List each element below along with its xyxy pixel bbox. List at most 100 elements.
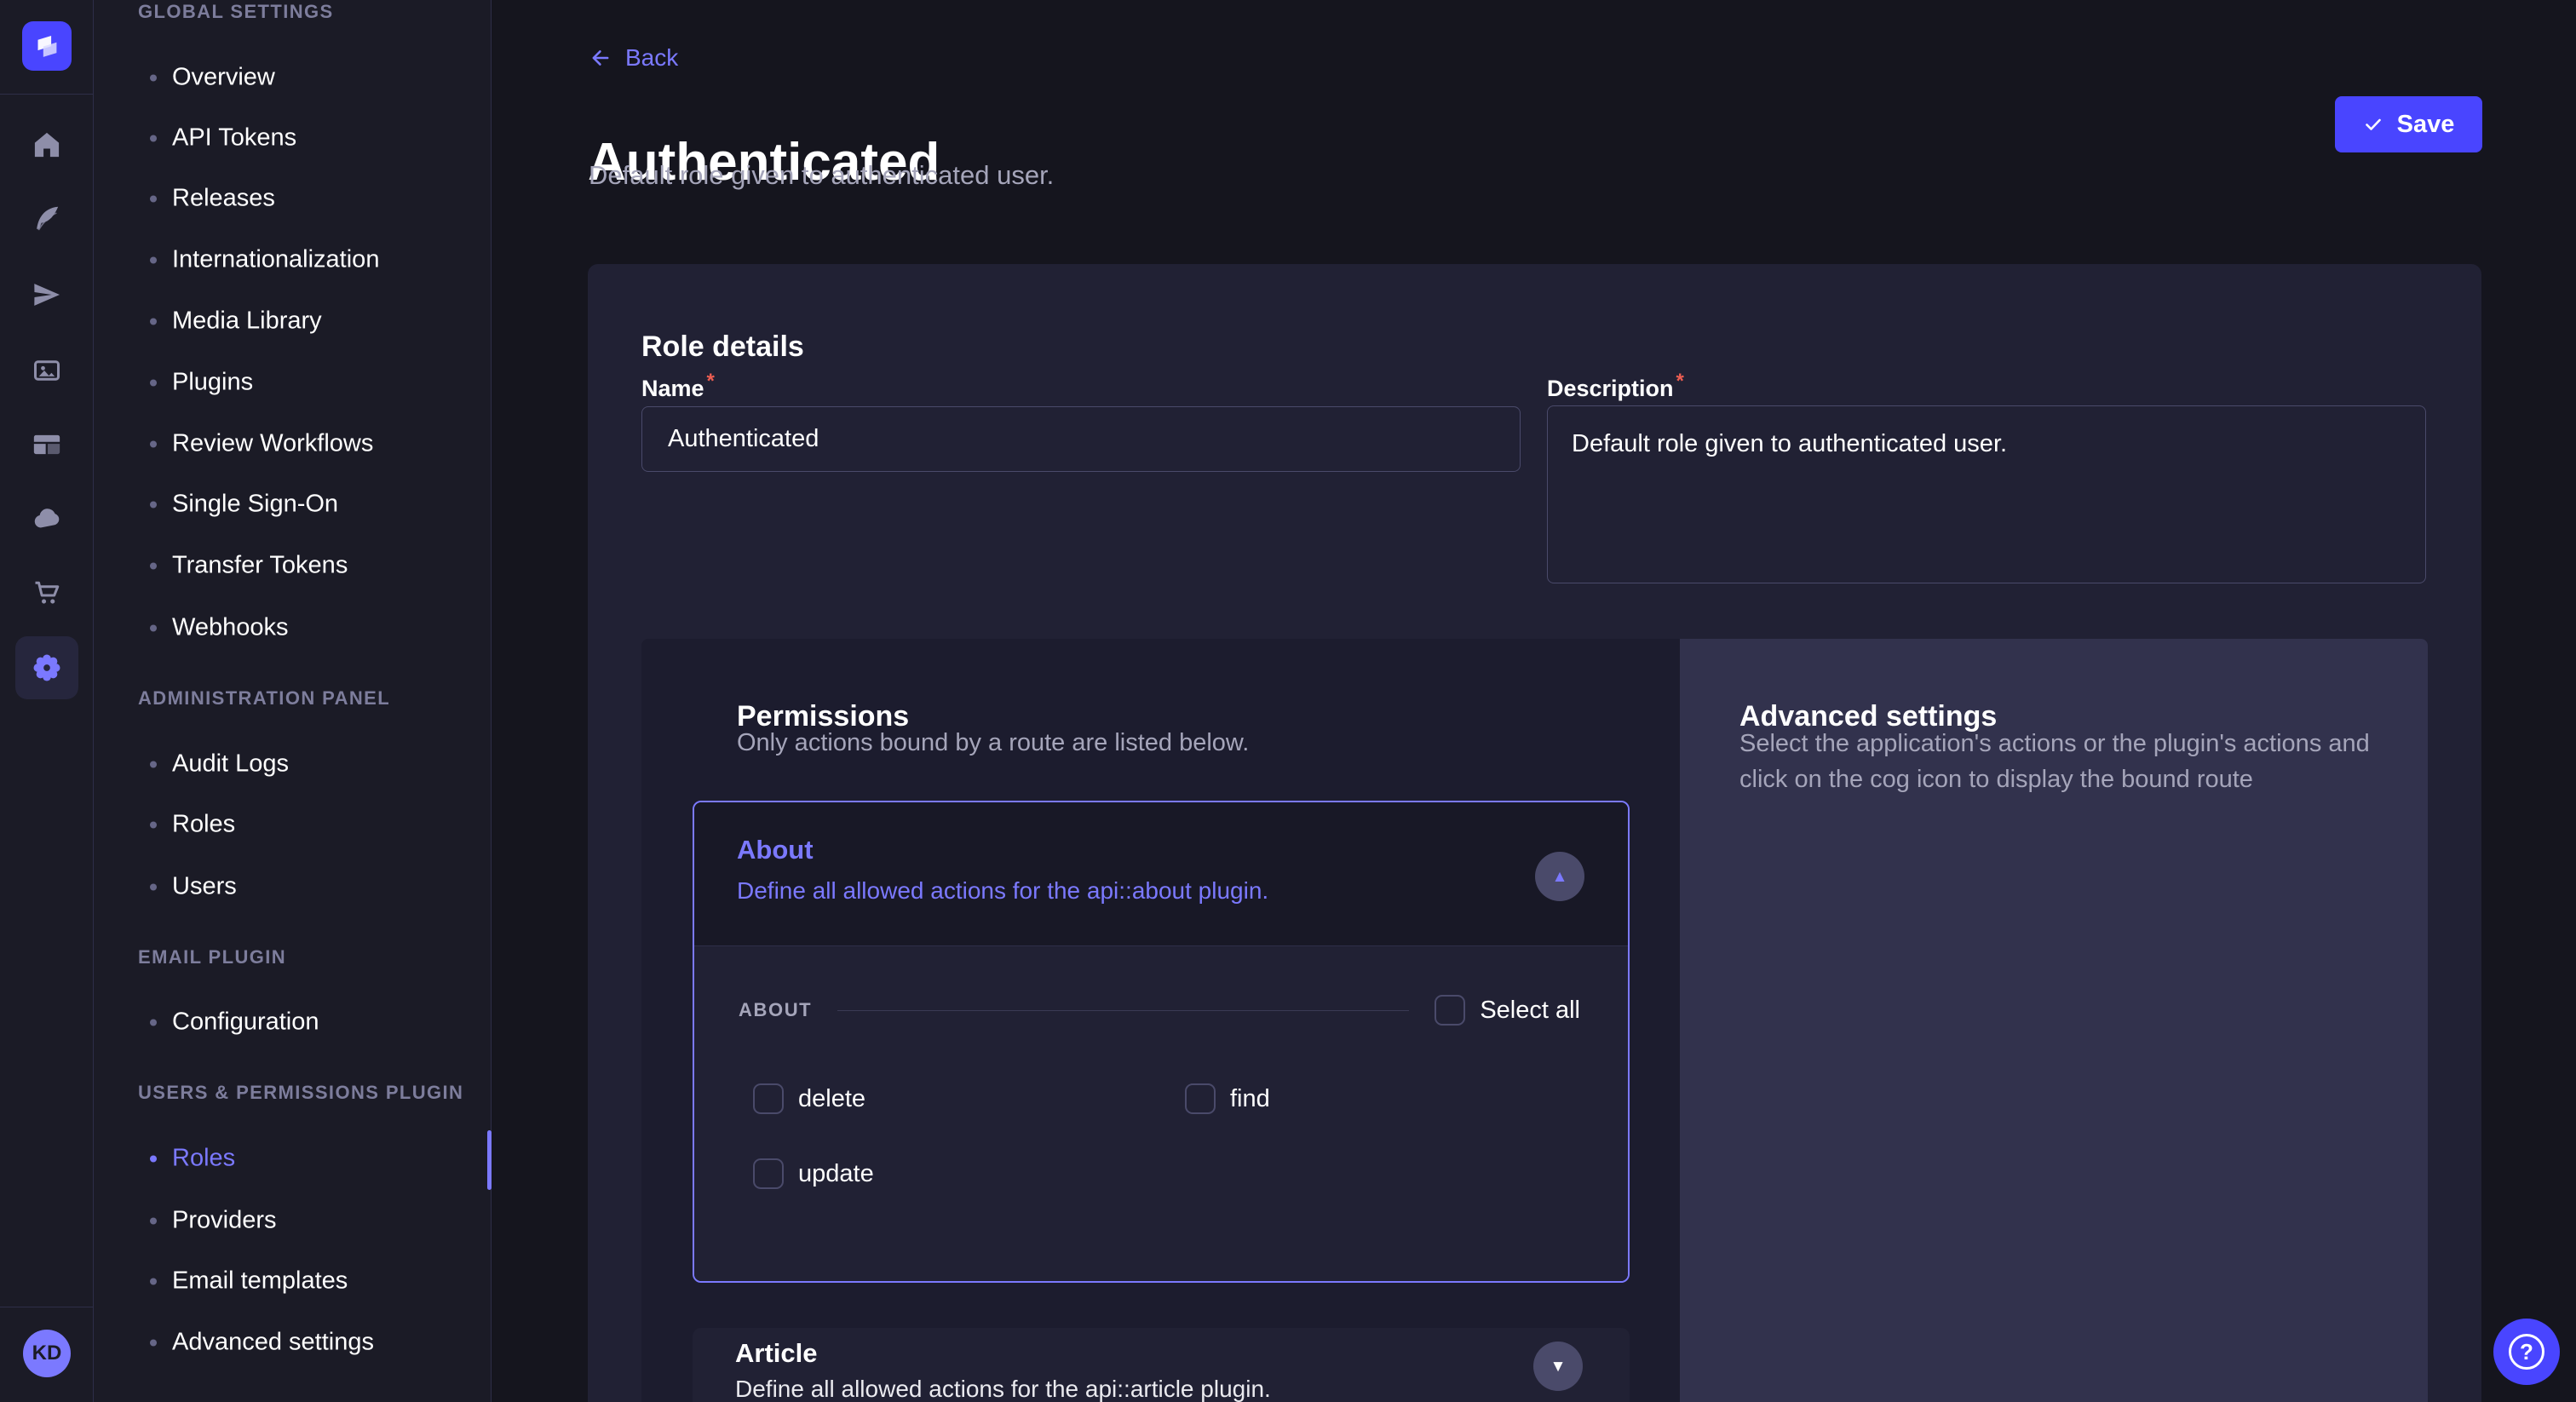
check-icon bbox=[2363, 114, 2383, 135]
sidebar-item-review-workflows[interactable]: Review Workflows bbox=[150, 430, 373, 458]
permission-group-row: ABOUT Select all bbox=[739, 995, 1580, 1026]
rail-divider bbox=[0, 94, 93, 95]
home-icon bbox=[32, 129, 62, 160]
expand-button[interactable]: ▼ bbox=[1533, 1342, 1583, 1391]
accordion-about-header[interactable]: About Define all allowed actions for the… bbox=[694, 802, 1628, 945]
strapi-logo[interactable] bbox=[22, 21, 72, 71]
delete-label[interactable]: delete bbox=[798, 1085, 865, 1113]
bullet-icon bbox=[150, 821, 157, 828]
save-button[interactable]: Save bbox=[2335, 96, 2482, 152]
sidebar-item-webhooks[interactable]: Webhooks bbox=[150, 614, 289, 642]
sidebar-item-users[interactable]: Users bbox=[150, 873, 237, 901]
required-asterisk: * bbox=[707, 370, 715, 393]
arrow-left-icon bbox=[589, 46, 612, 70]
back-link[interactable]: Back bbox=[589, 44, 678, 72]
chevron-up-icon: ▲ bbox=[1552, 869, 1568, 885]
select-all-label[interactable]: Select all bbox=[1480, 997, 1580, 1025]
bullet-icon bbox=[150, 74, 157, 81]
sidebar-item-providers[interactable]: Providers bbox=[150, 1207, 277, 1235]
accordion-about-title: About bbox=[737, 835, 814, 865]
permission-action-find: find bbox=[1185, 1083, 1270, 1114]
sidebar-item-configuration[interactable]: Configuration bbox=[150, 1008, 319, 1037]
bullet-icon bbox=[150, 195, 157, 202]
accordion-about: About Define all allowed actions for the… bbox=[693, 801, 1630, 1283]
sidebar-item-email-templates[interactable]: Email templates bbox=[150, 1267, 348, 1296]
sidebar-section-email-plugin: EMAIL PLUGIN bbox=[138, 946, 286, 968]
accordion-article-title: Article bbox=[735, 1338, 817, 1369]
bullet-icon bbox=[150, 1155, 157, 1162]
update-checkbox[interactable] bbox=[753, 1158, 784, 1189]
group-label: ABOUT bbox=[739, 999, 812, 1021]
find-checkbox[interactable] bbox=[1185, 1083, 1216, 1114]
sidebar-item-releases[interactable]: Releases bbox=[150, 185, 275, 213]
page-subtitle: Default role given to authenticated user… bbox=[589, 160, 1054, 191]
bullet-icon bbox=[150, 135, 157, 141]
sidebar-item-plugins[interactable]: Plugins bbox=[150, 369, 253, 397]
role-details-heading: Role details bbox=[641, 330, 804, 364]
rail-item-media-library[interactable] bbox=[0, 339, 94, 402]
required-asterisk: * bbox=[1676, 370, 1684, 393]
bullet-icon bbox=[150, 1217, 157, 1224]
images-icon bbox=[32, 355, 62, 386]
bullet-icon bbox=[150, 501, 157, 508]
delete-checkbox[interactable] bbox=[753, 1083, 784, 1114]
help-button[interactable]: ? bbox=[2493, 1319, 2560, 1385]
bullet-icon bbox=[150, 761, 157, 767]
rail-item-deploy[interactable] bbox=[0, 487, 94, 550]
find-label[interactable]: find bbox=[1230, 1085, 1270, 1113]
sidebar-item-single-sign-on[interactable]: Single Sign-On bbox=[150, 491, 338, 519]
sidebar-item-advanced-settings[interactable]: Advanced settings bbox=[150, 1329, 374, 1357]
sidebar-item-overview[interactable]: Overview bbox=[150, 64, 275, 92]
rail-item-releases[interactable] bbox=[0, 263, 94, 326]
layout-icon bbox=[32, 429, 62, 460]
strapi-logo-icon bbox=[32, 31, 62, 61]
back-label: Back bbox=[625, 44, 678, 72]
accordion-article-description: Define all allowed actions for the api::… bbox=[735, 1376, 1271, 1402]
permissions-panel: Permissions Only actions bound by a rout… bbox=[641, 639, 1680, 1402]
sidebar-section-administration-panel: ADMINISTRATION PANEL bbox=[138, 687, 390, 710]
sidebar-item-api-tokens[interactable]: API Tokens bbox=[150, 124, 296, 152]
description-label: Description* bbox=[1547, 370, 1684, 402]
settings-active-tile bbox=[15, 636, 78, 699]
collapse-button[interactable]: ▲ bbox=[1535, 852, 1584, 901]
rail-item-content-manager[interactable] bbox=[0, 413, 94, 476]
sidebar-item-transfer-tokens[interactable]: Transfer Tokens bbox=[150, 552, 348, 580]
rail-item-home[interactable] bbox=[0, 113, 94, 176]
sidebar-item-audit-logs[interactable]: Audit Logs bbox=[150, 750, 289, 779]
main-content: Back Authenticated Default role given to… bbox=[492, 0, 2576, 1402]
rail-item-marketplace[interactable] bbox=[0, 561, 94, 624]
sidebar-item-up-roles[interactable]: Roles bbox=[150, 1145, 235, 1173]
feather-icon bbox=[32, 203, 62, 233]
accordion-about-description: Define all allowed actions for the api::… bbox=[737, 877, 1268, 905]
rail-item-content-builder[interactable] bbox=[0, 187, 94, 250]
group-divider bbox=[837, 1010, 1409, 1011]
rail-item-settings[interactable] bbox=[0, 636, 94, 699]
accordion-article[interactable]: Article Define all allowed actions for t… bbox=[693, 1328, 1630, 1402]
name-input[interactable] bbox=[641, 406, 1521, 472]
select-all-checkbox[interactable] bbox=[1435, 995, 1465, 1026]
avatar[interactable]: KD bbox=[23, 1330, 71, 1377]
update-label[interactable]: update bbox=[798, 1160, 874, 1188]
role-card: Role details Name* Description* Default … bbox=[588, 264, 2481, 1402]
name-label: Name* bbox=[641, 370, 715, 402]
description-textarea[interactable]: Default role given to authenticated user… bbox=[1547, 405, 2426, 583]
bullet-icon bbox=[150, 256, 157, 263]
sidebar-item-admin-roles[interactable]: Roles bbox=[150, 811, 235, 839]
accordion-about-body: ABOUT Select all delete find bbox=[694, 945, 1628, 1281]
gear-icon bbox=[30, 651, 64, 685]
advanced-settings-panel: Advanced settings Select the application… bbox=[1680, 639, 2428, 1402]
bullet-icon bbox=[150, 883, 157, 890]
bullet-icon bbox=[150, 1278, 157, 1284]
permissions-subtitle: Only actions bound by a route are listed… bbox=[737, 729, 1249, 757]
bullet-icon bbox=[150, 624, 157, 631]
bullet-icon bbox=[150, 1339, 157, 1346]
sidebar-item-media-library[interactable]: Media Library bbox=[150, 307, 322, 336]
bullet-icon bbox=[150, 318, 157, 325]
permission-action-update: update bbox=[753, 1158, 874, 1189]
cloud-icon bbox=[31, 503, 63, 535]
sidebar-item-internationalization[interactable]: Internationalization bbox=[150, 246, 379, 274]
sidebar-section-users-permissions-plugin: USERS & PERMISSIONS PLUGIN bbox=[138, 1082, 463, 1104]
avatar-initials: KD bbox=[32, 1342, 62, 1365]
save-label: Save bbox=[2397, 111, 2455, 139]
bullet-icon bbox=[150, 1019, 157, 1026]
